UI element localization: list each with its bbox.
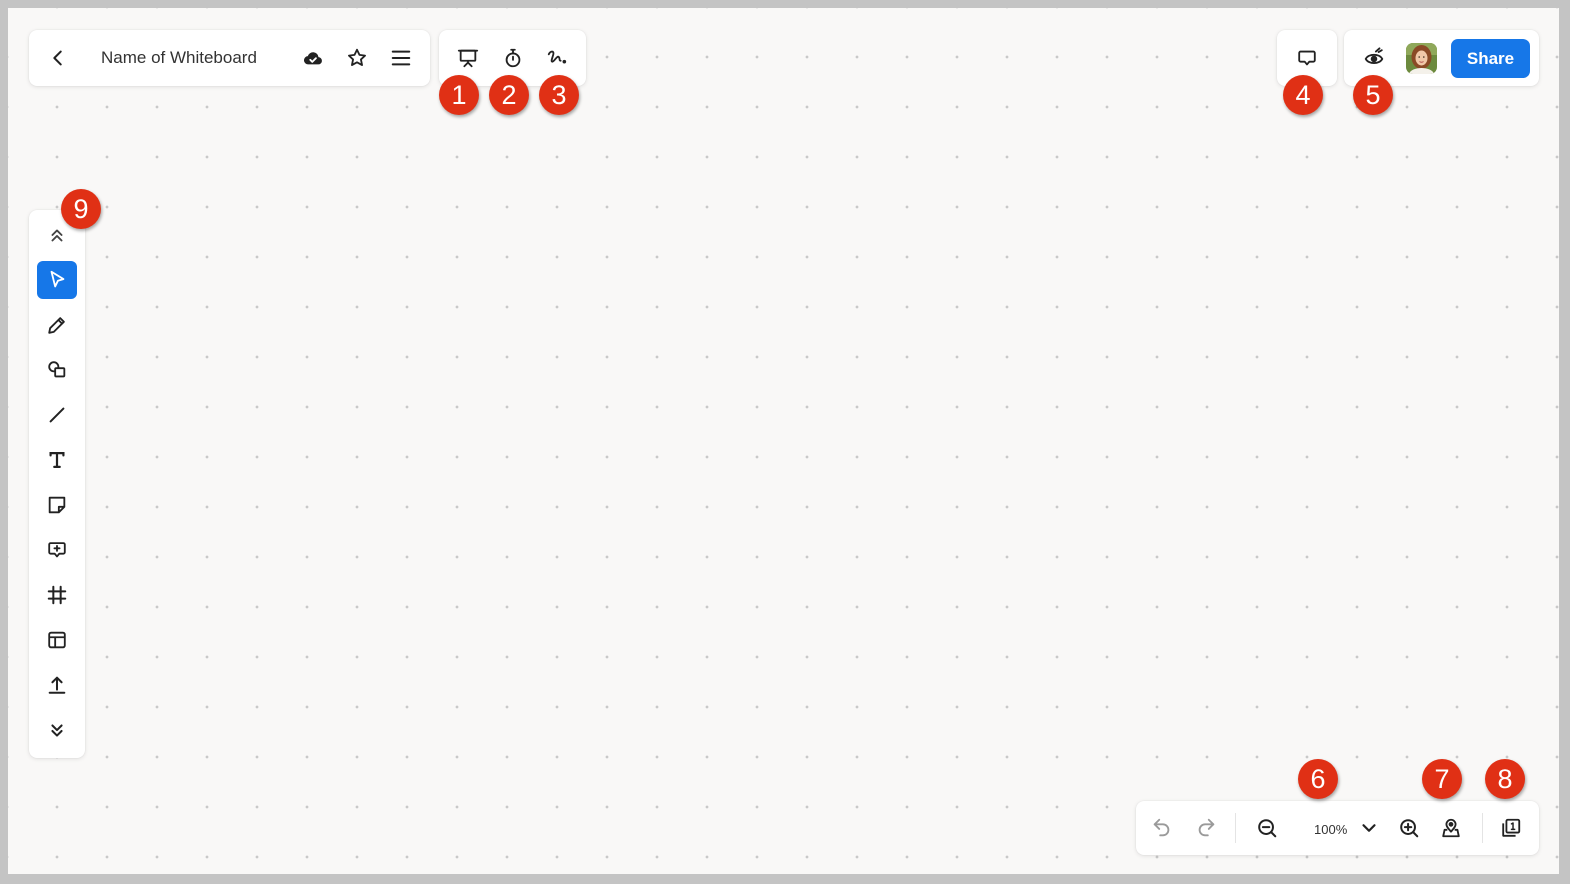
- line-icon: [49, 407, 65, 423]
- divider: [1482, 813, 1483, 843]
- back-button[interactable]: [40, 40, 76, 76]
- timer-button[interactable]: [495, 40, 531, 76]
- header-panel: Name of Whiteboard: [29, 30, 430, 86]
- pen-tool[interactable]: [37, 306, 77, 344]
- user-avatar[interactable]: [1406, 43, 1437, 74]
- divider: [1235, 813, 1236, 843]
- hamburger-menu-icon: [391, 50, 411, 66]
- share-button[interactable]: Share: [1451, 39, 1530, 78]
- undo-button[interactable]: [1144, 810, 1180, 846]
- presentation-icon: [457, 49, 479, 68]
- template-icon: [48, 631, 66, 649]
- frame-tool[interactable]: [37, 576, 77, 614]
- line-tool[interactable]: [37, 396, 77, 434]
- zoom-in-button[interactable]: [1391, 810, 1427, 846]
- zoom-out-icon: [1258, 819, 1277, 838]
- favorite-button[interactable]: [339, 40, 375, 76]
- annotation-badge-1: 1: [439, 75, 479, 115]
- comment-icon: [1298, 50, 1316, 66]
- sticky-note-icon: [48, 496, 66, 514]
- sticky-note-tool[interactable]: [37, 486, 77, 524]
- locate-button[interactable]: [1433, 810, 1469, 846]
- chevrons-down-icon: [51, 724, 63, 737]
- bottom-bar: 100%: [1136, 801, 1539, 855]
- zoom-out-button[interactable]: [1249, 810, 1285, 846]
- text-tool[interactable]: [37, 441, 77, 479]
- zoom-dropdown-button[interactable]: [1354, 810, 1384, 846]
- annotation-badge-4: 4: [1283, 75, 1323, 115]
- chevrons-up-icon: [51, 229, 63, 242]
- pages-icon: [1502, 818, 1521, 837]
- pencil-icon: [48, 317, 65, 334]
- zoom-level[interactable]: 100%: [1314, 822, 1347, 837]
- shapes-tool[interactable]: [37, 351, 77, 389]
- redo-icon: [1198, 818, 1215, 837]
- annotation-badge-7: 7: [1422, 759, 1462, 799]
- frame-icon: [47, 585, 67, 605]
- text-icon: [49, 452, 65, 468]
- avatar-image: [1406, 43, 1437, 74]
- comment-tool[interactable]: [37, 531, 77, 569]
- select-tool[interactable]: [37, 261, 77, 299]
- annotation-badge-9: 9: [61, 189, 101, 229]
- left-toolbar: [29, 210, 85, 758]
- shapes-icon: [48, 361, 66, 378]
- annotation-badge-3: 3: [539, 75, 579, 115]
- pages-button[interactable]: [1493, 810, 1529, 846]
- whiteboard-canvas[interactable]: Name of Whiteboard Share 100% 1 2 3 4 5 …: [8, 8, 1559, 874]
- upload-icon: [48, 676, 66, 694]
- add-comment-icon: [48, 542, 66, 558]
- board-name[interactable]: Name of Whiteboard: [101, 48, 257, 68]
- stopwatch-icon: [505, 48, 521, 68]
- draw-signature-button[interactable]: [539, 40, 575, 76]
- toolbar-expand-button[interactable]: [37, 712, 77, 750]
- follow-view-button[interactable]: [1356, 40, 1392, 76]
- map-pin-icon: [1442, 818, 1460, 838]
- annotation-badge-5: 5: [1353, 75, 1393, 115]
- main-menu-button[interactable]: [383, 40, 419, 76]
- upload-tool[interactable]: [37, 666, 77, 704]
- annotation-badge-2: 2: [489, 75, 529, 115]
- pointer-arrow-icon: [50, 270, 65, 288]
- signature-icon: [547, 50, 567, 64]
- chevron-down-icon: [1362, 824, 1376, 832]
- redo-button[interactable]: [1188, 810, 1224, 846]
- cloud-check-icon: [303, 52, 322, 65]
- undo-icon: [1153, 818, 1170, 837]
- annotation-badge-6: 6: [1298, 759, 1338, 799]
- eye-icon: [1364, 47, 1384, 64]
- star-icon: [348, 48, 366, 66]
- sync-status-button[interactable]: [295, 40, 331, 76]
- chevron-left-icon: [53, 50, 62, 66]
- zoom-in-icon: [1400, 819, 1419, 838]
- comments-button[interactable]: [1289, 40, 1325, 76]
- templates-tool[interactable]: [37, 621, 77, 659]
- present-button[interactable]: [450, 40, 486, 76]
- annotation-badge-8: 8: [1485, 759, 1525, 799]
